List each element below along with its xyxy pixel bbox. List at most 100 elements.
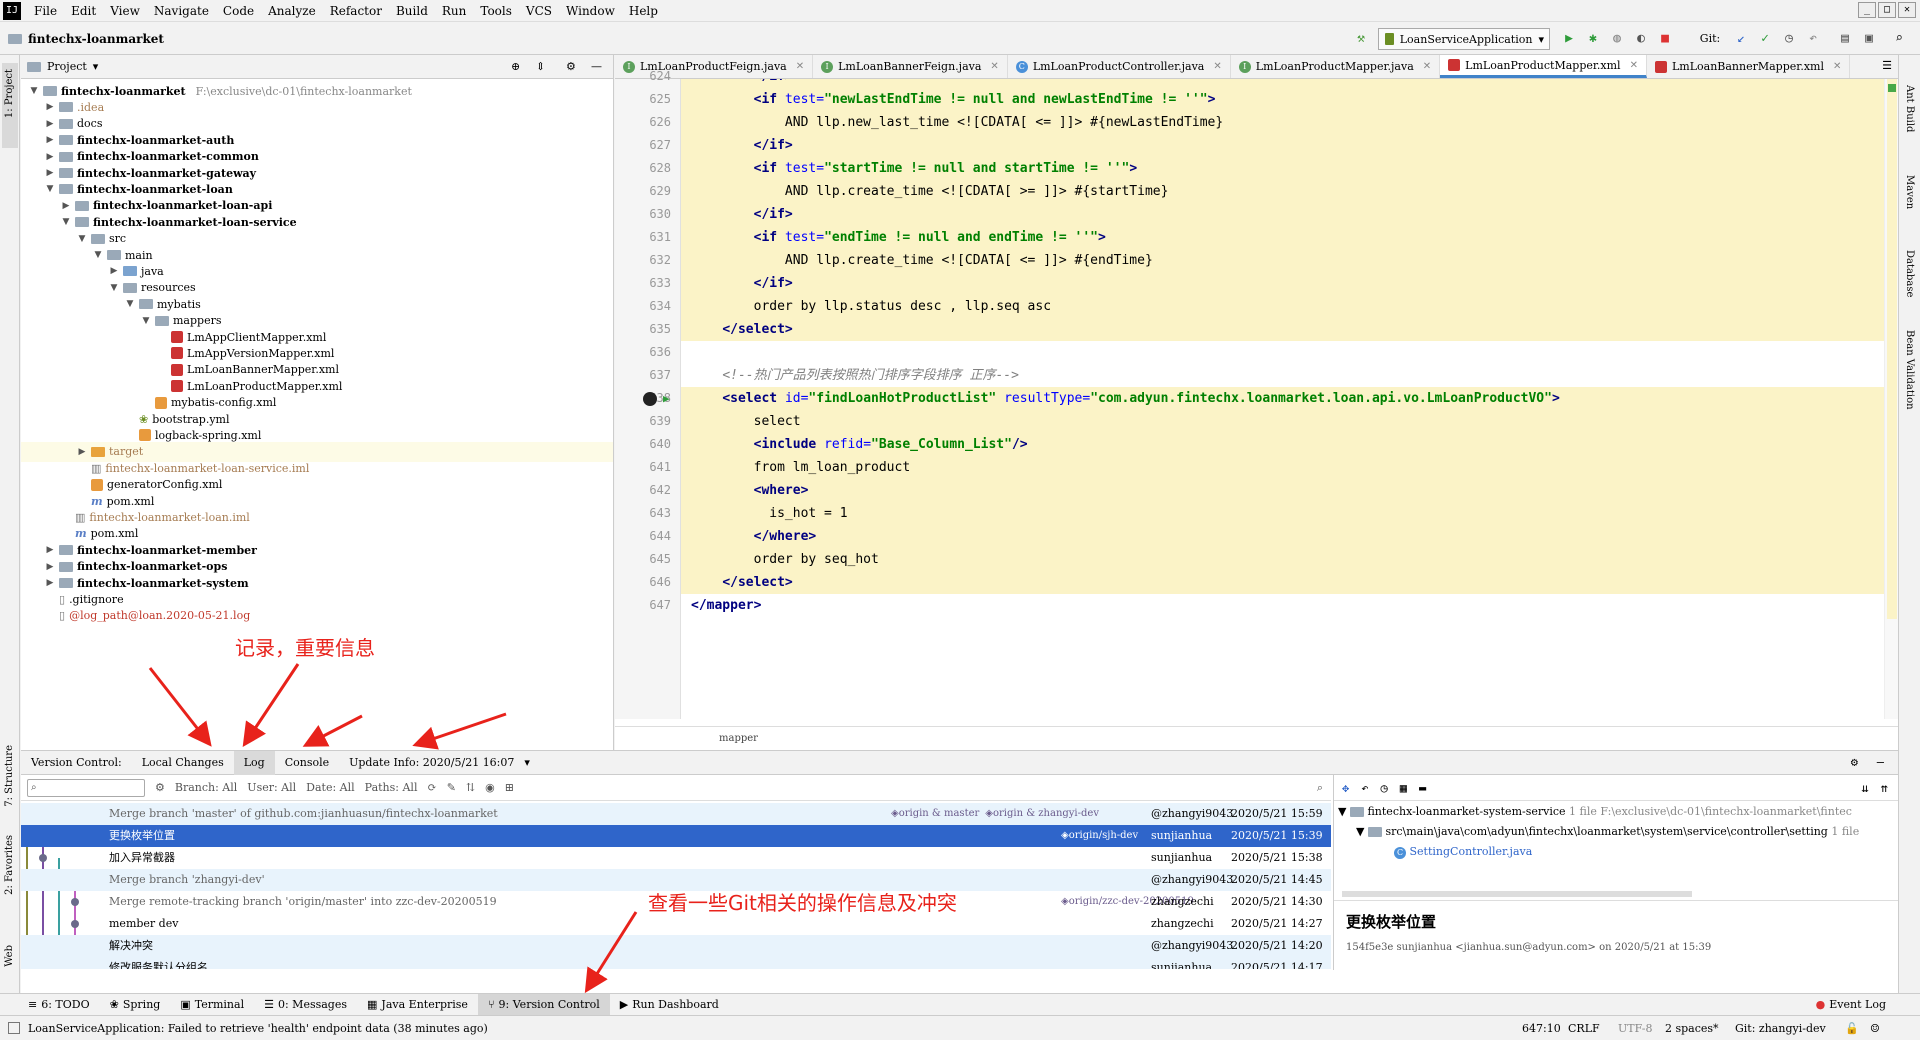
collapse-all-icon[interactable]: ⇈ — [1881, 781, 1888, 795]
git-history-icon[interactable]: ◷ — [1780, 30, 1798, 48]
gear-icon[interactable]: ⚙ — [1851, 755, 1858, 769]
bottom-tab[interactable]: ▶ Run Dashboard — [610, 994, 729, 1016]
commit-row[interactable]: 解决冲突 @zhangyi9043 2020/5/21 14:20 — [21, 935, 1331, 957]
tool-tab-web[interactable]: Web — [4, 945, 15, 967]
close-tab-icon[interactable]: ✕ — [796, 61, 804, 72]
notifications-icon[interactable]: ☺ — [1870, 1022, 1880, 1035]
collapsed-arrow-icon[interactable]: ▶ — [45, 152, 55, 162]
menu-help[interactable]: Help — [622, 4, 665, 18]
expanded-arrow-icon[interactable]: ▼ — [125, 299, 135, 309]
tool-tab-bean-validation[interactable]: Bean Validation — [1904, 330, 1915, 410]
tab-list-icon[interactable]: ☰ — [1882, 59, 1892, 72]
hide-panel-icon[interactable]: — — [1877, 755, 1884, 769]
profile-icon[interactable]: ◐ — [1632, 30, 1650, 48]
vc-tab[interactable]: Update Info: 2020/5/21 16:07 — [339, 751, 524, 775]
coverage-icon[interactable]: ◍ — [1608, 30, 1626, 48]
hide-panel-icon[interactable]: — — [591, 60, 602, 73]
collapsed-arrow-icon[interactable]: ▶ — [45, 135, 55, 145]
chevron-down-icon[interactable]: ▾ — [93, 60, 99, 73]
bottom-tab[interactable]: ▦ Java Enterprise — [357, 994, 478, 1016]
collapsed-arrow-icon[interactable]: ▶ — [61, 201, 71, 211]
expand-icon[interactable]: ✥ — [1342, 781, 1349, 795]
menu-analyze[interactable]: Analyze — [261, 4, 323, 18]
menu-code[interactable]: Code — [216, 4, 261, 18]
maximize-button[interactable]: □ — [1878, 2, 1896, 18]
expanded-arrow-icon[interactable]: ▼ — [77, 234, 87, 244]
search-icon[interactable]: ⌕ — [1317, 781, 1323, 795]
collapsed-arrow-icon[interactable]: ▶ — [45, 102, 55, 112]
editor-tab[interactable]: LmLoanBannerMapper.xml ✕ — [1647, 55, 1851, 78]
commit-row[interactable]: member dev zhangzechi 2020/5/21 14:27 — [21, 913, 1331, 935]
collapsed-arrow-icon[interactable]: ▶ — [109, 266, 119, 276]
close-tab-icon[interactable]: ✕ — [1833, 61, 1841, 72]
tool-tab-project[interactable]: 1: Project — [4, 69, 15, 118]
bottom-tab[interactable]: ≡ 6: TODO — [18, 994, 100, 1016]
commit-row[interactable]: 加入异常截器 sunjianhua 2020/5/21 15:38 — [21, 847, 1331, 869]
git-commit-icon[interactable]: ✓ — [1756, 30, 1774, 48]
close-tab-icon[interactable]: ✕ — [990, 61, 998, 72]
caret-position[interactable]: 647:10 — [1522, 1022, 1561, 1035]
bottom-tab[interactable]: ▣ Terminal — [170, 994, 254, 1016]
run-gutter-icon[interactable]: ▶ — [663, 387, 670, 410]
cherry-pick-icon[interactable]: ✎ — [447, 781, 456, 794]
expanded-arrow-icon[interactable]: ▼ — [29, 86, 39, 96]
bottom-tab[interactable]: ❀ Spring — [100, 994, 171, 1016]
date-filter[interactable]: Date: All — [306, 781, 355, 794]
editor-breadcrumb[interactable]: mapper — [615, 726, 1898, 750]
code-view[interactable]: </if> <if test="newLastEndTime != null a… — [681, 79, 1884, 719]
gear-icon[interactable]: ⚙ — [566, 60, 576, 73]
vc-tab[interactable]: Log — [233, 750, 275, 775]
build-hammer-icon[interactable]: ⚒ — [1352, 30, 1370, 48]
tool-tab-maven[interactable]: Maven — [1904, 175, 1915, 209]
expanded-arrow-icon[interactable]: ▼ — [45, 184, 55, 194]
editor-tab[interactable]: I LmLoanProductMapper.java ✕ — [1231, 55, 1441, 78]
refresh-icon[interactable]: ⟳ — [427, 781, 436, 794]
tool-window-toggle-icon[interactable] — [8, 1022, 20, 1034]
close-tab-icon[interactable]: ✕ — [1213, 61, 1221, 72]
pin-icon[interactable]: ⊞ — [505, 781, 514, 794]
close-tab-icon[interactable]: ✕ — [1423, 61, 1431, 72]
stop-icon[interactable]: ■ — [1656, 30, 1674, 48]
collapsed-arrow-icon[interactable]: ▶ — [45, 578, 55, 588]
user-filter[interactable]: User: All — [247, 781, 296, 794]
mybatis-bird-icon[interactable] — [643, 392, 657, 406]
run-icon[interactable]: ▶ — [1560, 30, 1578, 48]
editor-tab[interactable]: LmLoanProductMapper.xml ✕ — [1440, 55, 1647, 78]
project-view-select[interactable]: Project — [47, 60, 87, 73]
search-everywhere-icon[interactable]: ⌕ — [1890, 30, 1908, 48]
expand-all-icon[interactable]: ⇊ — [1862, 781, 1869, 795]
vc-tab[interactable]: Local Changes — [132, 751, 234, 775]
menu-refactor[interactable]: Refactor — [323, 4, 389, 18]
menu-run[interactable]: Run — [435, 4, 474, 18]
collapse-all-icon[interactable]: ⇕ — [536, 60, 545, 73]
editor-tab[interactable]: C LmLoanProductController.java ✕ — [1008, 55, 1231, 78]
git-branch[interactable]: Git: zhangyi-dev — [1735, 1022, 1826, 1035]
group-by-icon[interactable]: ▦ — [1400, 781, 1407, 795]
paths-filter[interactable]: Paths: All — [365, 781, 418, 794]
changed-path-node[interactable]: ▼ src\main\java\com\adyun\fintechx\loanm… — [1356, 825, 1859, 838]
git-update-icon[interactable]: ↙ — [1732, 30, 1750, 48]
event-log-tab[interactable]: ● Event Log — [1806, 994, 1896, 1016]
bottom-tab[interactable]: ☰ 0: Messages — [254, 994, 357, 1016]
menu-navigate[interactable]: Navigate — [147, 4, 216, 18]
gear-icon[interactable]: ⚙ — [155, 781, 165, 794]
revert-icon[interactable]: ↶ — [1361, 781, 1368, 795]
collapsed-arrow-icon[interactable]: ▶ — [45, 545, 55, 555]
sdk-icon[interactable]: ▣ — [1860, 30, 1878, 48]
debug-icon[interactable]: ✱ — [1584, 30, 1602, 48]
indent-setting[interactable]: 2 spaces* — [1665, 1022, 1719, 1035]
vc-tab[interactable]: Console — [275, 751, 339, 775]
menu-tools[interactable]: Tools — [473, 4, 519, 18]
locate-icon[interactable]: ⊕ — [511, 60, 520, 73]
tool-tab-favorites[interactable]: 2: Favorites — [4, 835, 15, 895]
expanded-arrow-icon[interactable]: ▼ — [109, 283, 119, 293]
preview-icon[interactable]: ▬ — [1419, 781, 1426, 795]
file-encoding[interactable]: UTF-8 — [1618, 1022, 1652, 1035]
tool-tab-ant[interactable]: Ant Build — [1904, 85, 1915, 132]
collapsed-arrow-icon[interactable]: ▶ — [45, 562, 55, 572]
commit-row[interactable]: 修改服务默认分组名 sunjianhua 2020/5/21 14:17 — [21, 957, 1331, 969]
bottom-tab[interactable]: ⑂ 9: Version Control — [477, 993, 610, 1016]
minimize-button[interactable]: _ — [1858, 2, 1876, 18]
history-icon[interactable]: ◷ — [1380, 781, 1387, 795]
tree-node[interactable]: ▯ @log_path@loan.2020-05-21.log — [21, 606, 613, 626]
